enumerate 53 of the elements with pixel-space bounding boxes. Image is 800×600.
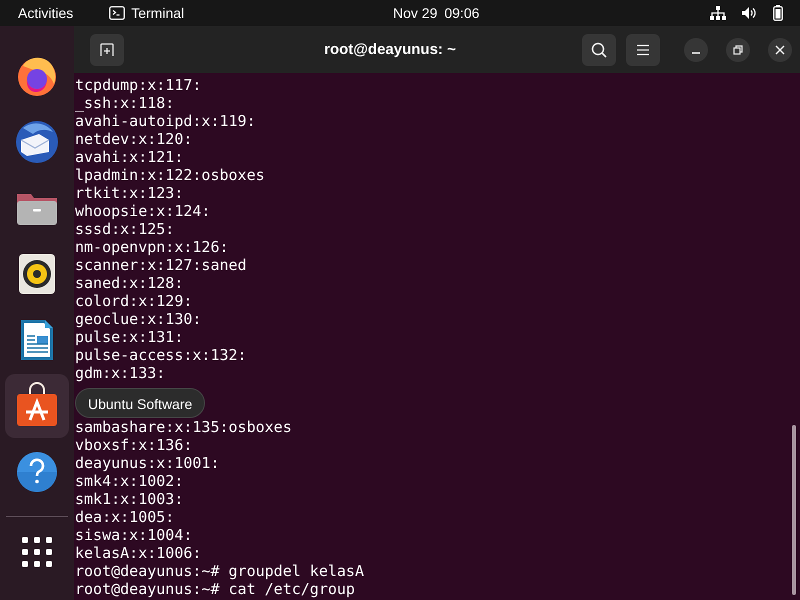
minimize-button[interactable]: [684, 38, 708, 62]
terminal-line: sssd:x:125:: [75, 220, 174, 238]
terminal-line: kelasA:x:1006:: [75, 544, 202, 562]
close-button[interactable]: [768, 38, 792, 62]
terminal-line: pulse:x:131:: [75, 328, 184, 346]
envelope-globe-icon[interactable]: [13, 118, 61, 166]
terminal-line: pulse-access:x:132:: [75, 346, 247, 364]
clock[interactable]: Nov 29 09:06: [393, 5, 480, 21]
scrollbar[interactable]: [792, 425, 796, 595]
terminal-line: avahi:x:121:: [75, 148, 184, 166]
terminal-line: dea:x:1005:: [75, 508, 174, 526]
volume-icon[interactable]: [742, 6, 757, 20]
terminal-line: smk1:x:1003:: [75, 490, 184, 508]
terminal-line: root@deayunus:~# cat /etc/group: [75, 580, 355, 598]
battery-icon[interactable]: [773, 5, 783, 21]
new-tab-button[interactable]: [90, 34, 124, 66]
search-button[interactable]: [582, 34, 616, 66]
app-grid-icon[interactable]: [21, 536, 53, 568]
activities-button[interactable]: Activities: [18, 5, 74, 21]
terminal-line: scanner:x:127:saned: [75, 256, 247, 274]
restore-icon: [733, 44, 743, 54]
menu-button[interactable]: [626, 34, 660, 66]
terminal-line: root@deayunus:~# groupdel kelasA: [75, 562, 364, 580]
terminal-line: colord:x:129:: [75, 292, 192, 310]
restore-button[interactable]: [726, 38, 750, 62]
dock-item-highlight[interactable]: [5, 374, 69, 438]
terminal-line: geoclue:x:130:: [75, 310, 202, 328]
terminal-line: netdev:x:120:: [75, 130, 192, 148]
minimize-icon: [692, 52, 700, 54]
terminal-line: lpadmin:x:122:osboxes: [75, 166, 265, 184]
terminal-line: saned:x:128:: [75, 274, 184, 292]
new-tab-icon: [100, 42, 114, 56]
terminal-area[interactable]: [74, 73, 800, 600]
terminal-line: rtkit:x:123:: [75, 184, 184, 202]
terminal-line: gdm:x:133:: [75, 364, 166, 382]
terminal-line: vboxsf:x:136:: [75, 436, 192, 454]
terminal-line: deayunus:x:1001:: [75, 454, 220, 472]
terminal-line: whoopsie:x:124:: [75, 202, 210, 220]
menu-icon: [636, 44, 650, 56]
terminal-line: avahi-autoipd:x:119:: [75, 112, 256, 130]
window-title: root@deayunus: ~: [323, 41, 457, 58]
terminal-line: smk4:x:1002:: [75, 472, 184, 490]
network-icon[interactable]: [710, 6, 726, 20]
close-icon: [775, 44, 785, 54]
terminal-line: sambashare:x:135:osboxes: [75, 418, 292, 436]
tooltip: Ubuntu Software: [75, 388, 206, 418]
terminal-icon: [109, 6, 126, 20]
app-menu[interactable]: Terminal: [109, 5, 184, 21]
terminal-line: tcpdump:x:117:: [75, 76, 202, 94]
search-icon: [591, 42, 607, 58]
terminal-line: siswa:x:1004:: [75, 526, 192, 544]
terminal-line: _ssh:x:118:: [75, 94, 174, 112]
terminal-line: nm-openvpn:x:126:: [75, 238, 229, 256]
